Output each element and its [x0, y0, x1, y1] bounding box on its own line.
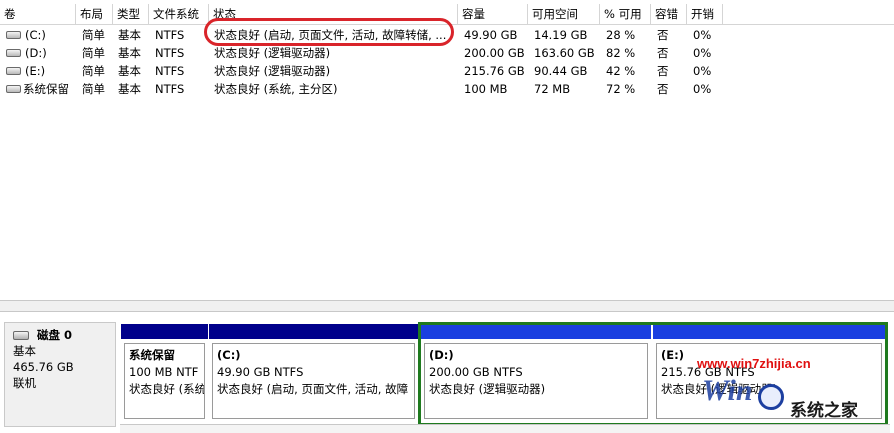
volume-fault: 否: [657, 64, 669, 78]
disk-state: 联机: [13, 376, 36, 390]
column-overhead[interactable]: 开销: [687, 4, 723, 24]
volume-fs: NTFS: [155, 64, 185, 78]
volume-capacity: 49.90 GB: [464, 28, 518, 42]
volume-name: (C:): [25, 28, 46, 42]
volume-percent: 82 %: [606, 46, 636, 60]
status-highlight-circle: [204, 18, 454, 46]
volume-status: 状态良好 (系统, 主分区): [214, 82, 338, 96]
volume-status: 状态良好 (逻辑驱动器): [214, 46, 331, 60]
partition-status: 状态良好 (系统: [129, 382, 205, 396]
disk-icon: [13, 331, 29, 340]
volume-capacity: 100 MB: [464, 82, 508, 96]
disk-name: 磁盘 0: [37, 328, 73, 342]
volume-layout: 简单: [82, 64, 105, 78]
volume-fault: 否: [657, 82, 669, 96]
drive-icon: [6, 66, 21, 75]
volume-name: (D:): [25, 46, 47, 60]
volume-type: 基本: [118, 28, 141, 42]
column-type[interactable]: 类型: [113, 4, 149, 24]
column-percent-free[interactable]: % 可用: [600, 4, 651, 24]
volume-free: 72 MB: [534, 82, 571, 96]
pane-splitter[interactable]: [0, 300, 894, 312]
primary-partition-bar: [121, 324, 208, 339]
volume-free: 14.19 GB: [534, 28, 588, 42]
partition-name: 系统保留: [129, 348, 175, 362]
partition-system-reserved[interactable]: 系统保留 100 MB NTF 状态良好 (系统: [121, 324, 208, 422]
partition-status: 状态良好 (启动, 页面文件, 活动, 故障: [217, 382, 409, 396]
volume-name: (E:): [25, 64, 46, 78]
volume-name: 系统保留: [23, 82, 69, 96]
column-capacity[interactable]: 容量: [458, 4, 528, 24]
column-volume[interactable]: 卷: [0, 4, 76, 24]
volume-percent: 72 %: [606, 82, 636, 96]
partition-c[interactable]: (C:) 49.90 GB NTFS 状态良好 (启动, 页面文件, 活动, 故…: [209, 324, 418, 422]
volume-list: 卷 布局 类型 文件系统 状态 容量 可用空间 % 可用 容错 开销 (C:) …: [0, 0, 894, 300]
disk-0-label[interactable]: 磁盘 0 基本 465.76 GB 联机: [4, 322, 116, 427]
volume-fault: 否: [657, 28, 669, 42]
volume-overhead: 0%: [693, 46, 712, 60]
volume-row-system-reserved[interactable]: 系统保留 简单 基本 NTFS 状态良好 (系统, 主分区) 100 MB 72…: [0, 80, 894, 98]
partition-size: 49.90 GB NTFS: [217, 365, 304, 379]
watermark-emblem-icon: [758, 384, 784, 410]
watermark-url: www.win7zhijia.cn: [697, 356, 811, 371]
volume-free: 163.60 GB: [534, 46, 595, 60]
volume-fs: NTFS: [155, 28, 185, 42]
volume-free: 90.44 GB: [534, 64, 588, 78]
watermark-site-name: 系统之家: [790, 401, 858, 421]
column-free-space[interactable]: 可用空间: [528, 4, 600, 24]
column-fault-tolerance[interactable]: 容错: [651, 4, 687, 24]
volume-fs: NTFS: [155, 46, 185, 60]
volume-overhead: 0%: [693, 28, 712, 42]
volume-fs: NTFS: [155, 82, 185, 96]
volume-capacity: 215.76 GB: [464, 64, 525, 78]
volume-type: 基本: [118, 46, 141, 60]
drive-icon: [6, 84, 21, 93]
volume-layout: 简单: [82, 28, 105, 42]
partition-name: (C:): [217, 348, 241, 362]
volume-status: 状态良好 (逻辑驱动器): [214, 64, 331, 78]
disk-type: 基本: [13, 344, 36, 358]
volume-type: 基本: [118, 82, 141, 96]
drive-icon: [6, 30, 21, 39]
volume-capacity: 200.00 GB: [464, 46, 525, 60]
volume-fault: 否: [657, 46, 669, 60]
volume-overhead: 0%: [693, 82, 712, 96]
disk-size: 465.76 GB: [13, 360, 74, 374]
volume-percent: 28 %: [606, 28, 636, 42]
partition-size: 100 MB NTF: [129, 365, 199, 379]
volume-overhead: 0%: [693, 64, 712, 78]
column-filesystem[interactable]: 文件系统: [149, 4, 209, 24]
primary-partition-bar: [209, 324, 418, 339]
volume-row-d[interactable]: (D:) 简单 基本 NTFS 状态良好 (逻辑驱动器) 200.00 GB 1…: [0, 44, 894, 62]
column-layout[interactable]: 布局: [76, 4, 113, 24]
volume-type: 基本: [118, 64, 141, 78]
volume-layout: 简单: [82, 46, 105, 60]
drive-icon: [6, 48, 21, 57]
volume-layout: 简单: [82, 82, 105, 96]
volume-percent: 42 %: [606, 64, 636, 78]
volume-row-e[interactable]: (E:) 简单 基本 NTFS 状态良好 (逻辑驱动器) 215.76 GB 9…: [0, 62, 894, 80]
